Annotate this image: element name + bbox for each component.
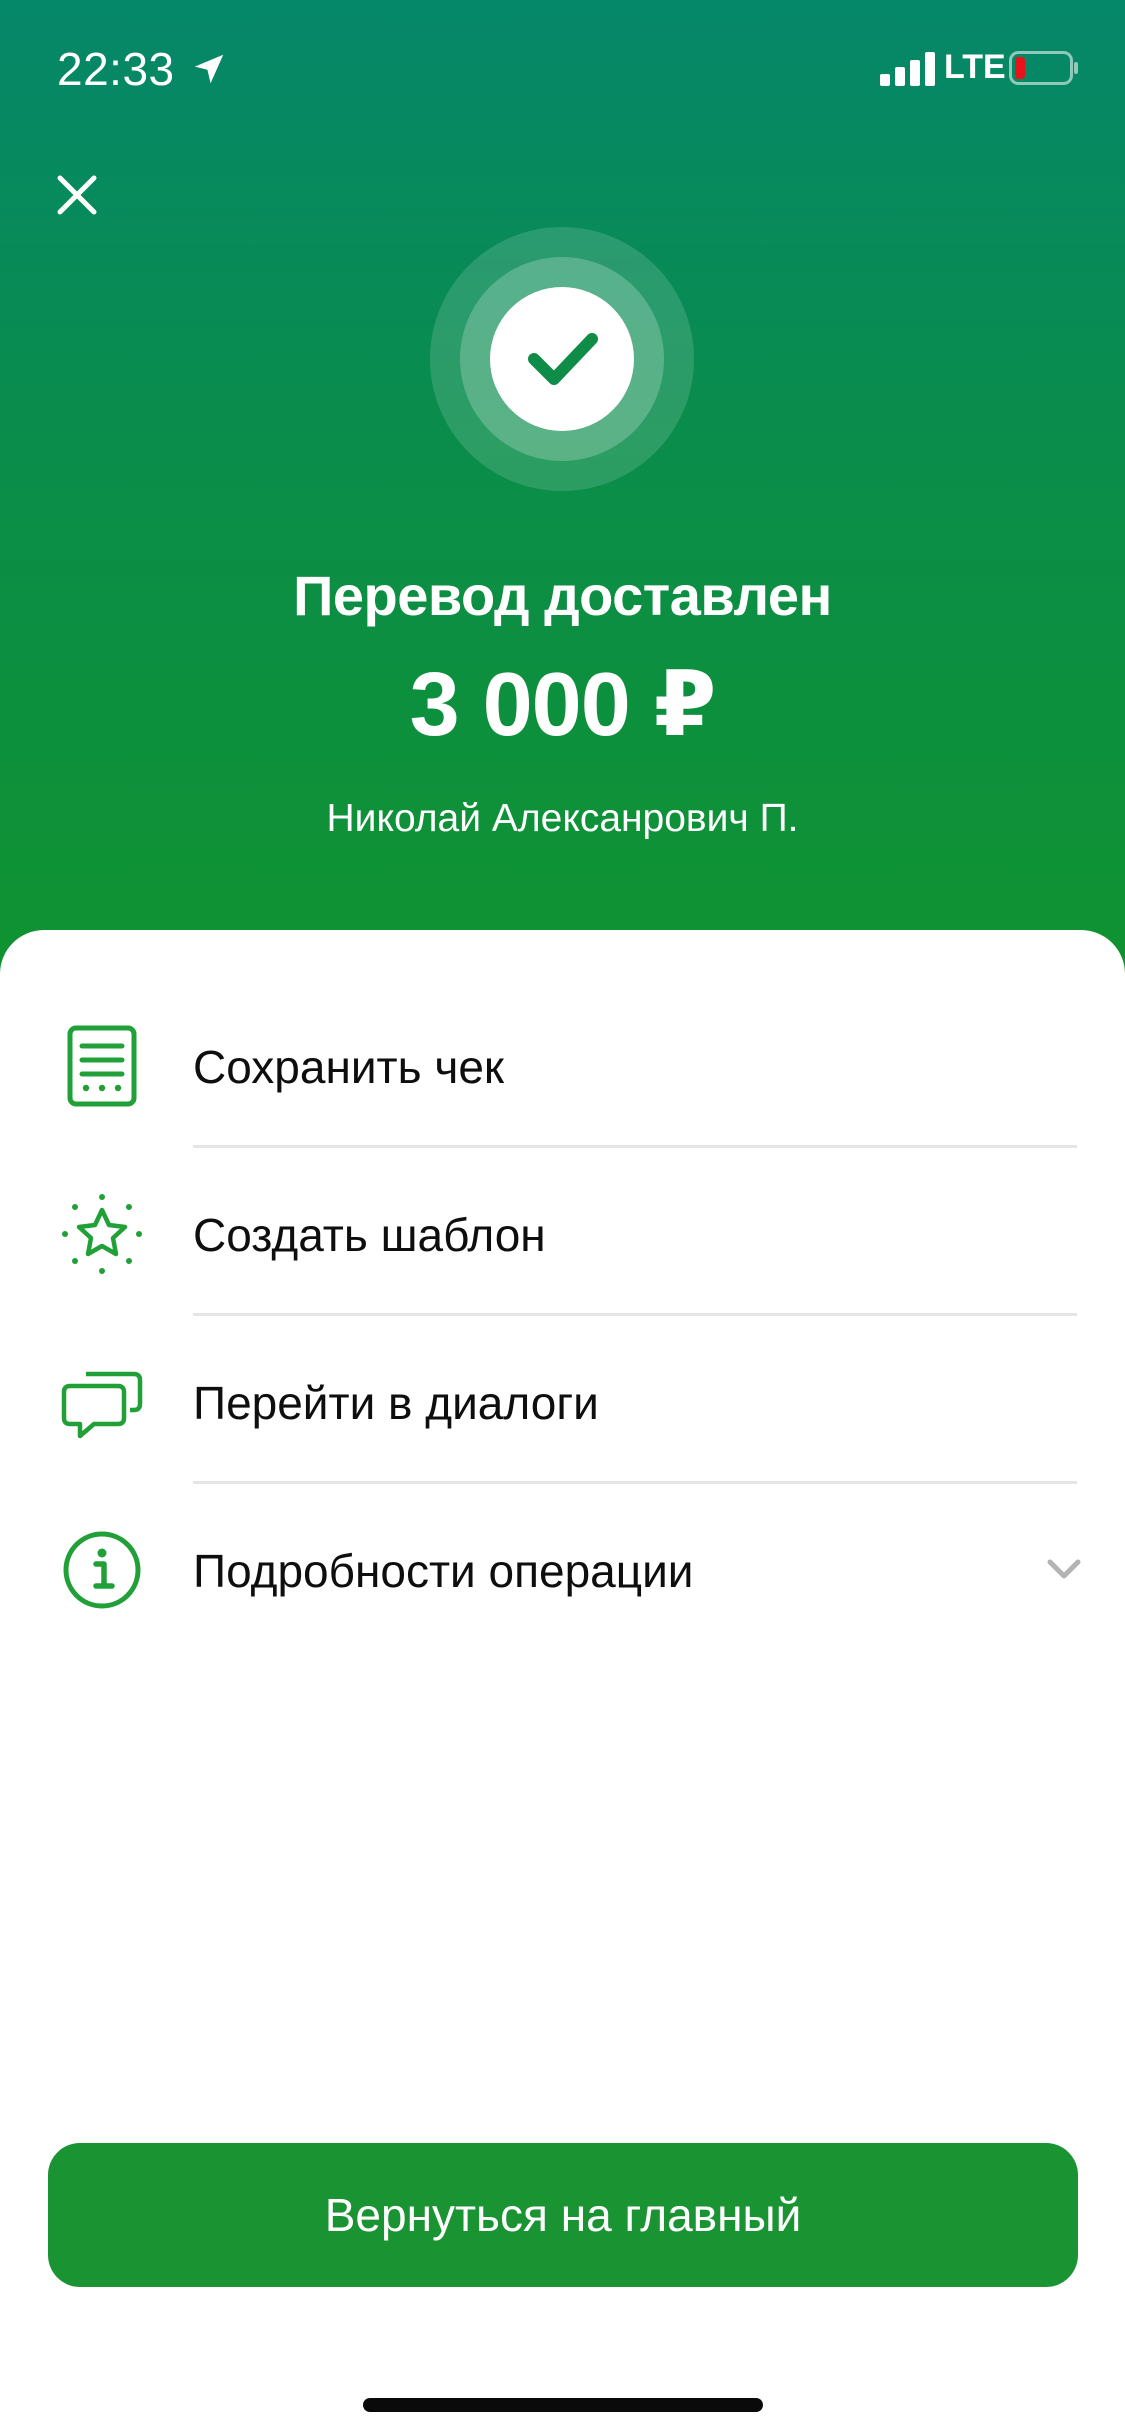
success-check-icon: [430, 227, 694, 491]
home-indicator: [363, 2398, 763, 2412]
close-icon[interactable]: [52, 170, 102, 220]
chevron-down-icon[interactable]: [1046, 1554, 1082, 1584]
status-time: 22:33: [57, 43, 175, 95]
go-to-dialogs-row[interactable]: Перейти в диалоги: [0, 1316, 1125, 1484]
save-receipt-label: Сохранить чек: [193, 1041, 505, 1093]
operation-details-label: Подробности операции: [193, 1545, 694, 1597]
success-title: Перевод доставлен: [293, 564, 832, 627]
chat-icon: [61, 1371, 143, 1439]
status-bar: 22:33 LTE: [0, 0, 1125, 140]
operation-details-row[interactable]: Подробности операции: [0, 1484, 1125, 1652]
create-template-label: Создать шаблон: [193, 1209, 546, 1261]
return-home-button[interactable]: Вернуться на главный: [48, 2143, 1078, 2287]
success-header: 22:33 LTE Перевод доставлен 3 000 ₽ Нико…: [0, 0, 1125, 1000]
network-type: LTE: [944, 48, 1006, 86]
info-icon: [63, 1531, 141, 1609]
transfer-amount: 3 000 ₽: [409, 655, 717, 755]
transfer-success-screen: 22:33 LTE Перевод доставлен 3 000 ₽ Нико…: [0, 0, 1125, 2436]
recipient-name: Николай Алексанрович П.: [326, 797, 799, 840]
battery-icon: [1009, 51, 1078, 85]
star-icon: [62, 1194, 142, 1274]
signal-icon: [880, 52, 935, 86]
location-arrow-icon: [194, 54, 224, 84]
go-to-dialogs-label: Перейти в диалоги: [193, 1377, 599, 1429]
create-template-row[interactable]: Создать шаблон: [0, 1148, 1125, 1316]
receipt-icon: [67, 1025, 137, 1107]
save-receipt-row[interactable]: Сохранить чек: [0, 980, 1125, 1148]
